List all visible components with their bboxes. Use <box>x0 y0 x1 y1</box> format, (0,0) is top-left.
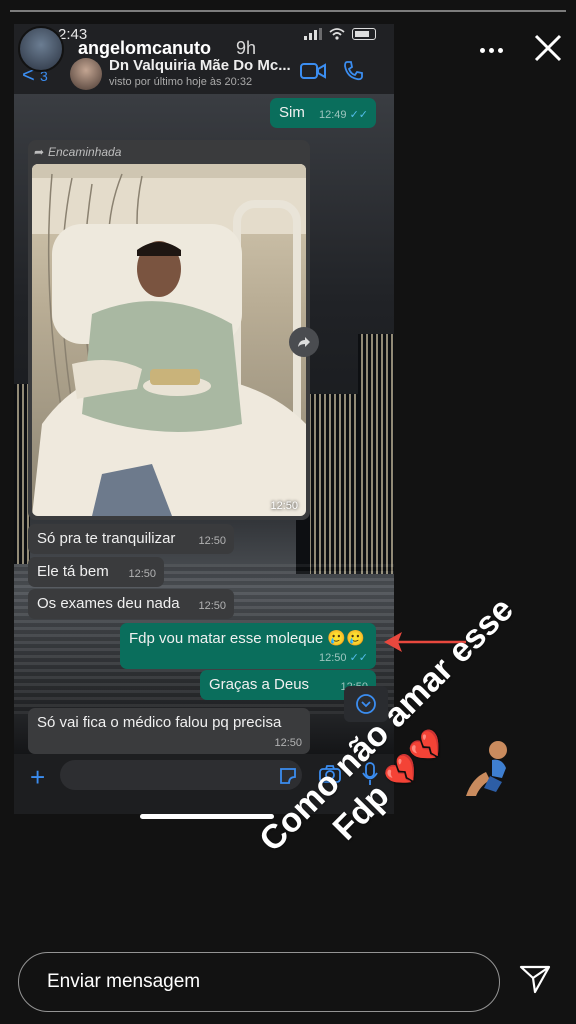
message-time: 12:49 ✓✓ <box>318 109 368 121</box>
message-time: 12:50 <box>274 737 302 749</box>
message-bubble-outgoing[interactable]: Fdp vou matar esse moleque 🥲🥲 12:50 ✓✓ <box>120 623 376 669</box>
reply-input[interactable]: Enviar mensagem <box>18 952 500 1012</box>
forward-icon: ➦ <box>34 145 45 159</box>
shared-screenshot: 2:43 < 3 Dn Valquiria Mãe Do Mc... visto… <box>14 24 394 814</box>
skyline-building <box>306 394 358 574</box>
message-text: Ele tá bem <box>37 563 109 580</box>
message-text: Sim <box>279 104 305 121</box>
story-progress-bar <box>10 10 566 12</box>
hospital-photo[interactable]: 12:50 <box>32 164 306 516</box>
message-bubble-incoming[interactable]: Ele tá bem 12:50 <box>28 557 164 587</box>
story-header: angelomcanuto 9h <box>0 22 576 82</box>
photo-time: 12:50 <box>270 500 298 512</box>
home-indicator <box>140 814 274 819</box>
message-bubble-outgoing[interactable]: Sim 12:49 ✓✓ <box>270 98 376 128</box>
message-bubble-incoming[interactable]: Os exames deu nada 12:50 <box>28 589 234 619</box>
message-text: Graças a Deus <box>209 676 310 693</box>
chat-message-field[interactable] <box>60 760 302 790</box>
message-text: Só vai fica o médico falou pq precisa <box>37 714 282 731</box>
share-icon[interactable] <box>289 327 319 357</box>
message-time: 12:50 <box>198 600 226 612</box>
forwarded-label: Encaminhada <box>48 145 122 159</box>
story-avatar[interactable] <box>18 26 64 72</box>
more-icon[interactable] <box>480 40 510 60</box>
story-time: 9h <box>236 38 257 58</box>
message-bubble-incoming[interactable]: Só vai fica o médico falou pq precisa 12… <box>28 708 310 754</box>
attach-plus-icon[interactable]: + <box>30 762 45 793</box>
forwarded-photo-message[interactable]: ➦ Encaminhada 12:50 <box>28 140 310 520</box>
sticker-icon[interactable] <box>278 766 298 786</box>
photo-illustration <box>32 164 306 516</box>
message-text: Fdp vou matar esse moleque 🥲🥲 <box>129 630 365 647</box>
message-time: 12:50 <box>198 535 226 547</box>
send-icon[interactable] <box>518 962 552 996</box>
praying-hands-sticker <box>466 741 507 796</box>
message-text: Só pra te tranquilizar <box>37 530 176 547</box>
message-text: Os exames deu nada <box>37 595 180 612</box>
story-username[interactable]: angelomcanuto <box>78 38 211 59</box>
message-time: 12:50 <box>128 568 156 580</box>
message-bubble-incoming[interactable]: Só pra te tranquilizar 12:50 <box>28 524 234 554</box>
close-icon[interactable] <box>532 32 564 64</box>
skyline-building <box>358 334 394 574</box>
message-time: 12:50 ✓✓ <box>318 652 368 664</box>
reply-placeholder: Enviar mensagem <box>47 971 201 992</box>
